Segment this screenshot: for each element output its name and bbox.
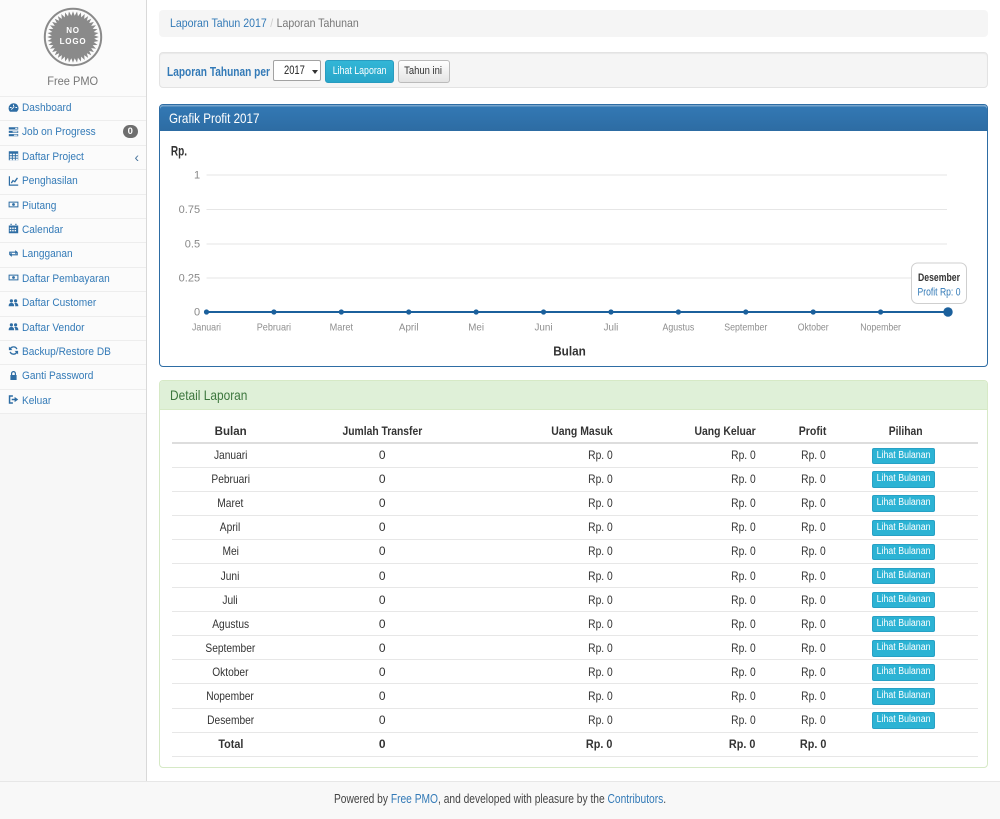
svg-text:1: 1 [193,169,199,181]
svg-text:0.75: 0.75 [178,204,199,216]
svg-text:Mei: Mei [468,321,484,333]
svg-text:Rp.: Rp. [170,142,186,158]
svg-text:Nopember: Nopember [860,321,901,333]
svg-text:NO: NO [66,26,80,35]
svg-text:LOGO: LOGO [60,37,87,46]
svg-text:April: April [398,321,418,333]
svg-text:0: 0 [193,306,199,318]
svg-text:Desember: Desember [918,272,961,284]
svg-text:Profit Rp: 0: Profit Rp: 0 [917,286,960,298]
svg-text:September: September [724,321,768,333]
svg-text:Oktober: Oktober [797,321,828,333]
svg-text:Agustus: Agustus [662,321,694,333]
svg-text:Bulan: Bulan [553,344,586,358]
svg-text:Januari: Januari [192,321,221,333]
svg-text:0.25: 0.25 [178,272,199,284]
svg-text:Pebruari: Pebruari [256,321,290,333]
svg-text:Juni: Juni [534,321,552,333]
svg-text:0.5: 0.5 [184,238,199,250]
svg-text:Maret: Maret [329,321,353,333]
svg-text:Juli: Juli [603,321,618,333]
